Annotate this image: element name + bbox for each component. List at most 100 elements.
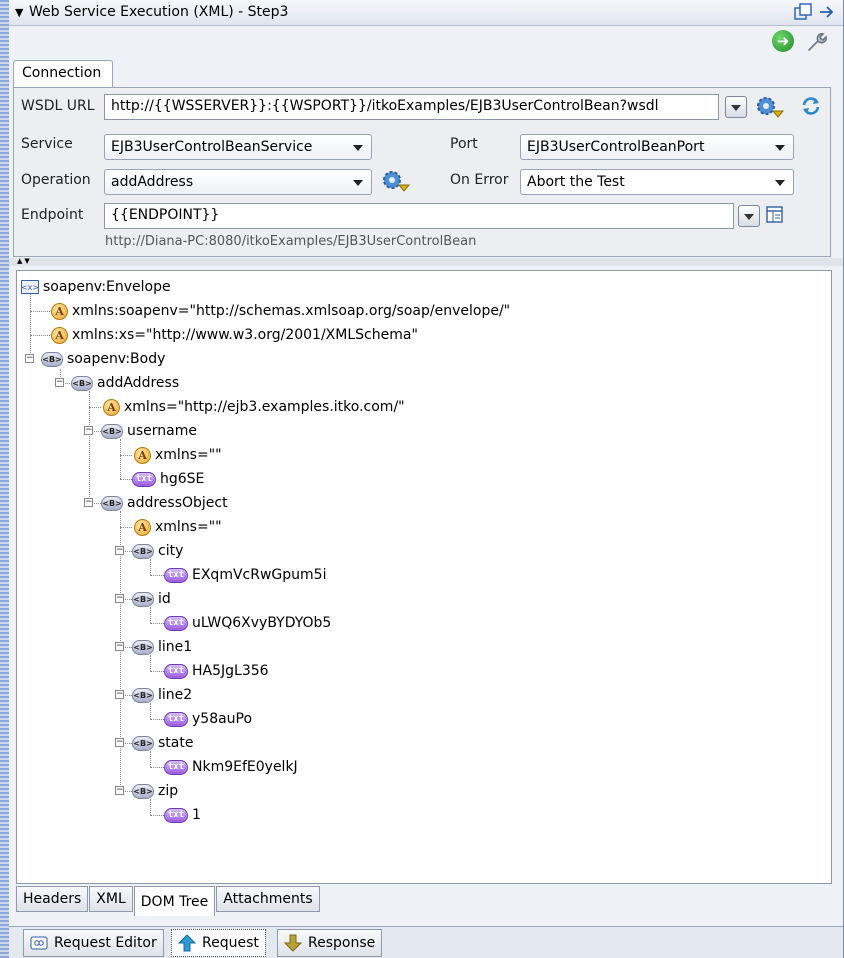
collapse-toggle-icon[interactable]: − (115, 738, 124, 747)
tree-node-label: addressObject (127, 495, 228, 511)
tab-attachments[interactable]: Attachments (216, 886, 320, 912)
collapse-toggle-icon[interactable]: − (115, 642, 124, 651)
text-node-icon: txt (164, 711, 188, 727)
collapse-toggle-icon[interactable]: − (115, 690, 124, 699)
tree-node-element[interactable]: <B> line2 (132, 684, 192, 706)
endpoint-resolved-url: http://Diana-PC:8080/itkoExamples/EJB3Us… (105, 234, 477, 249)
element-icon: <B> (132, 591, 154, 607)
collapse-toggle-icon[interactable]: − (55, 378, 64, 387)
collapse-triangle-icon[interactable]: ▼ (15, 6, 23, 19)
endpoint-input[interactable]: {{ENDPOINT}} (104, 203, 734, 229)
collapse-toggle-icon[interactable]: − (84, 426, 93, 435)
element-icon: <B> (132, 783, 154, 799)
tree-node-label: Nkm9EfE0yelkJ (192, 759, 298, 775)
tree-node-attribute[interactable]: Axmlns="" (134, 516, 222, 538)
tree-node-text[interactable]: txt HA5JgL356 (164, 660, 269, 682)
on-error-select-value: Abort the Test (527, 174, 625, 190)
tree-node-label: hg6SE (160, 471, 205, 487)
tree-node-text[interactable]: txt hg6SE (132, 468, 204, 490)
port-select[interactable]: EJB3UserControlBeanPort (520, 134, 794, 160)
tree-node-attribute[interactable]: Axmlns:xs="http://www.w3.org/2001/XMLSch… (51, 324, 418, 346)
operation-label: Operation (21, 172, 91, 188)
wsdl-url-dropdown-button[interactable] (725, 96, 747, 118)
attribute-icon: A (134, 446, 151, 464)
tree-node-element[interactable]: <B> zip (132, 780, 178, 802)
tree-node-root[interactable]: <x> soapenv:Envelope (21, 276, 171, 298)
tree-node-label: line2 (158, 687, 193, 703)
refresh-icon[interactable] (800, 95, 822, 121)
operation-gear-icon[interactable] (380, 168, 411, 194)
load-wsdl-gear-icon[interactable] (754, 94, 785, 120)
tree-node-element[interactable]: <B> addAddress (71, 372, 179, 394)
tree-node-text[interactable]: txt y58auPo (164, 708, 252, 730)
tree-node-text[interactable]: txt Nkm9EfE0yelkJ (164, 756, 298, 778)
undock-icon[interactable] (793, 2, 813, 22)
tab-request-editor[interactable]: Request Editor (23, 929, 164, 957)
text-node-icon: txt (164, 663, 188, 679)
tree-node-element[interactable]: <B> city (132, 540, 183, 562)
collapse-toggle-icon[interactable]: − (115, 546, 124, 555)
tree-node-label: xmlns="" (155, 447, 222, 463)
tree-node-label: soapenv:Envelope (43, 279, 171, 295)
tab-request-editor-label: Request Editor (54, 935, 157, 951)
text-node-icon: txt (164, 759, 188, 775)
tab-response[interactable]: Response (277, 929, 383, 957)
tree-node-label: state (158, 735, 194, 751)
collapse-toggle-icon[interactable]: − (25, 354, 34, 363)
tree-node-text[interactable]: txt EXqmVcRwGpum5i (164, 564, 326, 586)
tree-node-label: line1 (158, 639, 193, 655)
text-node-icon: txt (164, 807, 188, 823)
tree-node-text[interactable]: txt uLWQ6XvyBYDYOb5 (164, 612, 331, 634)
tree-node-label: xmlns:soapenv="http://schemas.xmlsoap.or… (72, 303, 511, 319)
text-node-icon: txt (164, 615, 188, 631)
tree-node-label: xmlns="http://ejb3.examples.itko.com/" (124, 399, 405, 415)
tree-node-element[interactable]: <B> state (132, 732, 193, 754)
text-node-icon: txt (132, 471, 156, 487)
tab-connection[interactable]: Connection (13, 60, 113, 88)
service-select-value: EJB3UserControlBeanService (111, 139, 313, 155)
endpoint-dropdown-button[interactable] (738, 205, 760, 227)
tree-node-text[interactable]: txt 1 (164, 804, 201, 826)
tree-node-element[interactable]: <B> username (101, 420, 197, 442)
tree-node-label: y58auPo (192, 711, 253, 727)
element-icon: <B> (71, 375, 93, 391)
service-select[interactable]: EJB3UserControlBeanService (104, 134, 372, 160)
splitter-arrows-icon[interactable]: ▲▼ (17, 257, 32, 265)
tree-node-label: addAddress (97, 375, 180, 391)
window-title: Web Service Execution (XML) - Step3 (29, 4, 289, 20)
tree-node-attribute[interactable]: Axmlns="" (134, 444, 222, 466)
wrench-icon[interactable] (804, 30, 828, 54)
execute-go-icon[interactable]: ➜ (772, 30, 794, 52)
tree-node-element[interactable]: <B> line1 (132, 636, 192, 658)
service-label: Service (21, 136, 73, 152)
arrow-up-icon (178, 934, 196, 952)
dom-tree-view[interactable]: − − − − − − − − − − <x> soapenv:Envelope … (16, 270, 832, 884)
attribute-icon: A (51, 326, 68, 344)
on-error-select[interactable]: Abort the Test (520, 169, 794, 195)
endpoint-info-icon[interactable] (764, 204, 786, 230)
tab-headers[interactable]: Headers (16, 886, 89, 912)
tree-node-element[interactable]: <B> addressObject (101, 492, 228, 514)
tree-node-label: uLWQ6XvyBYDYOb5 (192, 615, 332, 631)
endpoint-label: Endpoint (21, 207, 84, 223)
tree-node-attribute[interactable]: Axmlns="http://ejb3.examples.itko.com/" (103, 396, 405, 418)
attribute-icon: A (134, 518, 151, 536)
tab-request[interactable]: Request (171, 929, 266, 957)
tree-node-label: zip (158, 783, 179, 799)
wsdl-url-input[interactable]: http://{{WSSERVER}}:{{WSPORT}}/itkoExamp… (104, 94, 719, 120)
tree-node-element[interactable]: <B> soapenv:Body (41, 348, 165, 370)
tree-node-attribute[interactable]: Axmlns:soapenv="http://schemas.xmlsoap.o… (51, 300, 510, 322)
collapse-toggle-icon[interactable]: − (84, 498, 93, 507)
tree-node-element[interactable]: <B> id (132, 588, 171, 610)
operation-select[interactable]: addAddress (104, 169, 372, 195)
left-dock-strip (0, 0, 9, 958)
tree-node-label: xmlns="" (155, 519, 222, 535)
tab-xml[interactable]: XML (89, 886, 133, 912)
tree-node-label: xmlns:xs="http://www.w3.org/2001/XMLSche… (72, 327, 418, 343)
collapse-toggle-icon[interactable]: − (115, 786, 124, 795)
collapse-toggle-icon[interactable]: − (115, 594, 124, 603)
operation-select-value: addAddress (111, 174, 194, 190)
tab-dom-tree[interactable]: DOM Tree (133, 886, 216, 916)
split-pane-divider[interactable]: ▲▼ (9, 257, 843, 266)
arrow-right-icon[interactable] (817, 2, 837, 22)
